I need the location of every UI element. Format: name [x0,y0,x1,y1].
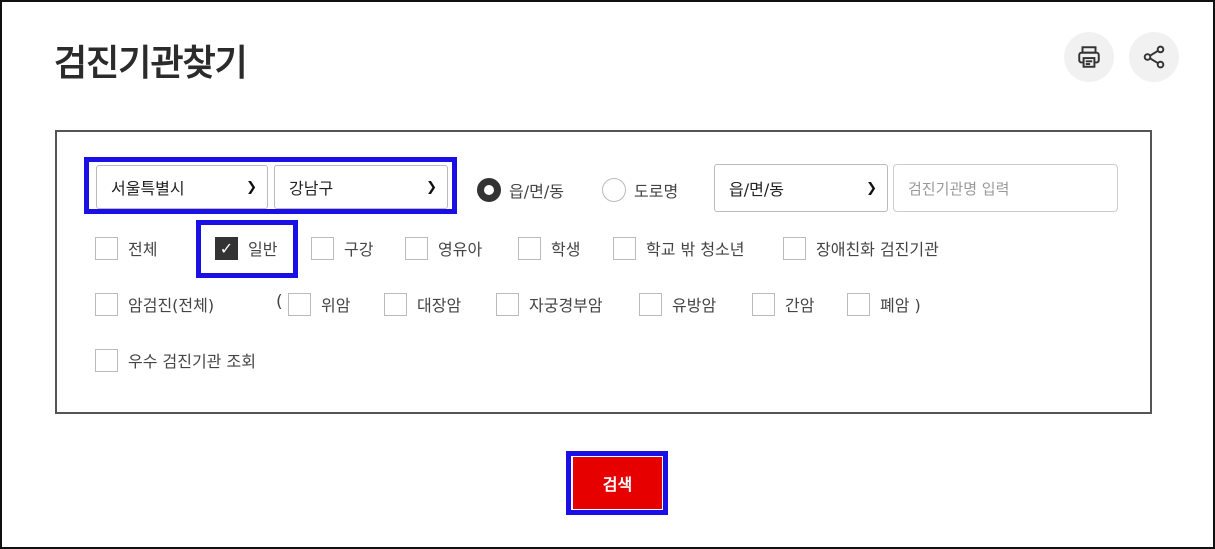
checkbox-label: 간암 [785,296,815,315]
checkbox-all[interactable]: 전체 [95,236,157,260]
checkbox-label: 전체 [128,240,158,259]
search-button[interactable]: 검색 [573,457,662,509]
chevron-down-icon: ❯ [426,179,437,195]
area-select[interactable]: 읍/면/동 ❯ [714,164,888,212]
chevron-down-icon: ❯ [246,179,257,195]
check-icon: ✓ [215,236,238,260]
checkbox-label: 학교 밖 청소년 [646,240,745,259]
checkbox-breast-cancer[interactable]: 유방암 [639,292,716,316]
checkbox-label: 영유아 [438,240,483,259]
checkbox-box [95,292,118,316]
radio-road-name[interactable]: 도로명 [602,178,678,202]
checkbox-label: 자궁경부암 [529,296,603,315]
radio-eup-myeon-dong[interactable]: 읍/면/동 [477,178,564,202]
checkbox-out-of-school-youth[interactable]: 학교 밖 청소년 [613,236,745,260]
checkbox-label: 우수 검진기관 조회 [128,352,256,371]
district-select-value: 강남구 [289,179,334,198]
checkbox-box [496,292,519,316]
print-button[interactable] [1064,32,1114,82]
checkbox-label: 대장암 [417,296,462,315]
checkbox-general[interactable]: ✓ 일반 [215,236,277,260]
checkbox-infant[interactable]: 영유아 [405,236,482,260]
checkbox-liver-cancer[interactable]: 간암 [752,292,814,316]
checkbox-stomach-cancer[interactable]: 위암 [288,292,350,316]
checkbox-box [639,292,662,316]
printer-icon [1078,46,1100,68]
radio-label: 읍/면/동 [509,182,564,201]
radio-unselected-icon [602,178,626,202]
checkbox-label: 유방암 [672,296,717,315]
page-title: 검진기관찾기 [54,43,248,84]
checkbox-cervical-cancer[interactable]: 자궁경부암 [496,292,603,316]
area-select-value: 읍/면/동 [729,180,784,199]
chevron-down-icon: ❯ [866,180,877,196]
checkbox-label: 폐암 ) [880,296,921,315]
institution-name-placeholder: 검진기관명 입력 [908,179,1010,198]
checkbox-cancer-all[interactable]: 암검진(전체) [95,292,214,316]
checkbox-lung-cancer[interactable]: 폐암 ) [847,292,921,316]
checkbox-label: 일반 [248,240,278,259]
checkbox-box [847,292,870,316]
checkbox-label: 암검진(전체) [128,296,215,315]
checkbox-box [95,348,118,372]
district-select[interactable]: 강남구 ❯ [274,165,448,209]
checkbox-colorectal-cancer[interactable]: 대장암 [384,292,461,316]
city-select-value: 서울특별시 [111,179,185,198]
checkbox-disability-friendly[interactable]: 장애친화 검진기관 [783,236,939,260]
checkbox-box [95,236,118,260]
checkbox-student[interactable]: 학생 [518,236,580,260]
checkbox-box [311,236,334,260]
checkbox-box [405,236,428,260]
city-select[interactable]: 서울특별시 ❯ [96,165,268,209]
paren-open: ( [276,292,283,312]
checkbox-box [518,236,541,260]
institution-name-input[interactable]: 검진기관명 입력 [893,164,1118,212]
radio-label: 도로명 [634,182,679,201]
radio-selected-icon [477,178,501,202]
checkbox-label: 구강 [344,240,374,259]
checkbox-box [384,292,407,316]
checkbox-dental[interactable]: 구강 [311,236,373,260]
checkbox-box [288,292,311,316]
checkbox-label: 위암 [321,296,351,315]
checkbox-box [613,236,636,260]
checkbox-excellent-institution[interactable]: 우수 검진기관 조회 [95,348,256,372]
checkbox-box [783,236,806,260]
share-button[interactable] [1129,32,1179,82]
checkbox-label: 장애친화 검진기관 [816,240,939,259]
checkbox-box [752,292,775,316]
share-icon [1143,45,1165,69]
checkbox-label: 학생 [551,240,581,259]
